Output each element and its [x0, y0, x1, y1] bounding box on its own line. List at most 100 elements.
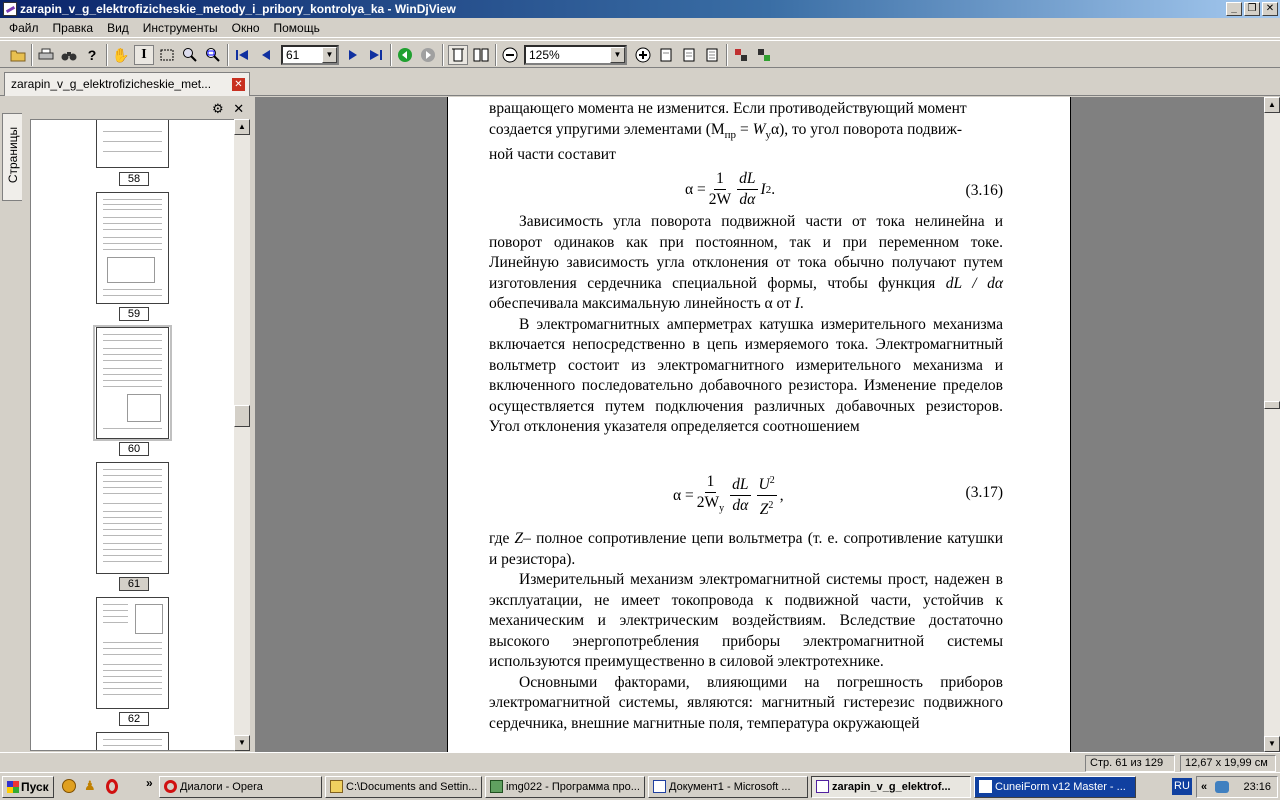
- cuneiform-icon: [979, 780, 992, 793]
- word-document-icon: [653, 780, 666, 793]
- opera-icon: [164, 780, 177, 793]
- window-title: zarapin_v_g_elektrofizicheskie_metody_i_…: [20, 2, 456, 16]
- page-thumbnail[interactable]: [96, 597, 169, 709]
- document-tab-label: zarapin_v_g_elektrofizicheskie_met...: [11, 77, 212, 91]
- zoom-magnifier-icon[interactable]: [180, 45, 200, 65]
- task-word[interactable]: Документ1 - Microsoft ...: [648, 776, 808, 798]
- language-indicator[interactable]: RU: [1172, 778, 1192, 795]
- clock: 23:16: [1243, 781, 1271, 793]
- image-icon: [490, 780, 503, 793]
- windjview-task-icon: [816, 780, 829, 793]
- prev-page-icon[interactable]: [256, 45, 276, 65]
- zoom-dropdown-arrow-icon[interactable]: ▼: [610, 47, 625, 63]
- menu-edit[interactable]: Правка: [46, 18, 101, 38]
- open-folder-icon[interactable]: [8, 45, 28, 65]
- quicklaunch-more-icon[interactable]: »: [146, 776, 153, 790]
- formula-3-17: α = 1 2Wy dL dα U2 Z2 , (3.17): [489, 469, 1003, 519]
- single-page-icon[interactable]: [448, 45, 468, 65]
- print-icon[interactable]: [36, 45, 56, 65]
- menu-bar: Файл Правка Вид Инструменты Окно Помощь: [0, 18, 1280, 38]
- task-windjview[interactable]: zarapin_v_g_elektrof...: [811, 776, 971, 798]
- rotate-right-icon[interactable]: [754, 45, 774, 65]
- document-view[interactable]: вращающего момента не изменится. Если пр…: [255, 97, 1264, 752]
- start-button[interactable]: Пуск: [2, 776, 54, 798]
- page-thumbnail[interactable]: [96, 732, 169, 750]
- forward-icon[interactable]: [418, 45, 438, 65]
- panel-close-icon[interactable]: ✕: [233, 101, 244, 116]
- task-cuneiform[interactable]: CuneiForm v12 Master - ...: [974, 776, 1136, 798]
- pages-vertical-tab[interactable]: Страницы: [2, 113, 22, 201]
- page-thumbnail[interactable]: [96, 120, 169, 168]
- task-opera[interactable]: Диалоги - Opera: [159, 776, 322, 798]
- taskbar: Пуск ♟ » Диалоги - Opera C:\Documents an…: [0, 772, 1280, 800]
- tray-expand-icon[interactable]: «: [1201, 777, 1207, 797]
- system-tray: « 23:16: [1196, 776, 1278, 798]
- thumbnail-list[interactable]: 58 59 60 61 62: [30, 119, 235, 751]
- document-scrollbar[interactable]: ▲ ▼: [1264, 97, 1280, 752]
- document-scroll-thumb[interactable]: [1264, 401, 1280, 409]
- restore-button[interactable]: ❐: [1244, 2, 1260, 16]
- thumbnail-number: 60: [119, 442, 149, 456]
- title-bar: zarapin_v_g_elektrofizicheskie_metody_i_…: [0, 0, 1280, 18]
- text-select-icon[interactable]: I: [134, 45, 154, 65]
- toolbar: ? ✋ I 61 ▼ 125% ▼: [0, 40, 1280, 68]
- menu-tools[interactable]: Инструменты: [136, 18, 225, 38]
- status-page: Стр. 61 из 129: [1085, 755, 1175, 772]
- document-tab[interactable]: zarapin_v_g_elektrofizicheskie_met... ✕: [4, 72, 250, 96]
- quicklaunch-person-icon[interactable]: ♟: [84, 778, 96, 794]
- page-thumbnail[interactable]: [96, 192, 169, 304]
- actual-size-icon[interactable]: [702, 45, 722, 65]
- first-page-icon[interactable]: [232, 45, 252, 65]
- menu-window[interactable]: Окно: [225, 18, 267, 38]
- thumbnail-number-current: 61: [119, 577, 149, 591]
- page-dropdown-arrow-icon[interactable]: ▼: [322, 47, 337, 63]
- thumbnail-scrollbar[interactable]: ▲ ▼: [234, 119, 250, 751]
- zoom-in-icon[interactable]: [633, 45, 653, 65]
- menu-file[interactable]: Файл: [2, 18, 46, 38]
- opera-quicklaunch-icon[interactable]: [106, 779, 118, 794]
- zoom-out-icon[interactable]: [500, 45, 520, 65]
- zoom-combo[interactable]: 125% ▼: [524, 45, 627, 65]
- text-block-top: вращающего момента не изменится. Если пр…: [489, 100, 967, 164]
- close-button[interactable]: ✕: [1262, 2, 1278, 16]
- fit-page-icon[interactable]: [656, 45, 676, 65]
- page-number-combo[interactable]: 61 ▼: [281, 45, 339, 65]
- pages-panel: Страницы ⚙ ✕ 58 59 60 61 62 ▲ ▼: [0, 97, 255, 752]
- thumbnail-scroll-thumb[interactable]: [234, 405, 250, 427]
- quicklaunch-icon[interactable]: [62, 779, 76, 793]
- doc-scroll-up-icon[interactable]: ▲: [1264, 97, 1280, 113]
- thumbnail-number: 62: [119, 712, 149, 726]
- thumbnail-number: 59: [119, 307, 149, 321]
- help-question-icon[interactable]: ?: [82, 45, 102, 65]
- two-pages-icon[interactable]: [471, 45, 491, 65]
- close-tab-icon[interactable]: ✕: [232, 78, 245, 91]
- scroll-down-icon[interactable]: ▼: [234, 735, 250, 751]
- document-page: вращающего момента не изменится. Если пр…: [447, 97, 1071, 752]
- task-explorer[interactable]: C:\Documents and Settin...: [325, 776, 482, 798]
- thumbnail-number: 58: [119, 172, 149, 186]
- page-thumbnail[interactable]: [96, 462, 169, 574]
- scroll-up-icon[interactable]: ▲: [234, 119, 250, 135]
- zoom-rect-icon[interactable]: [203, 45, 223, 65]
- hand-tool-icon[interactable]: ✋: [111, 45, 131, 65]
- last-page-icon[interactable]: [366, 45, 386, 65]
- fit-width-icon[interactable]: [679, 45, 699, 65]
- folder-icon: [330, 780, 343, 793]
- doc-scroll-down-icon[interactable]: ▼: [1264, 736, 1280, 752]
- rotate-left-icon[interactable]: [731, 45, 751, 65]
- task-image-program[interactable]: img022 - Программа про...: [485, 776, 645, 798]
- menu-help[interactable]: Помощь: [267, 18, 327, 38]
- page-thumbnail[interactable]: [96, 327, 169, 439]
- formula-3-16: α = 1 2W dL dα I2. (3.16): [685, 170, 1003, 208]
- equation-number: (3.16): [965, 182, 1003, 199]
- menu-view[interactable]: Вид: [100, 18, 136, 38]
- find-binoculars-icon[interactable]: [59, 45, 79, 65]
- minimize-button[interactable]: _: [1226, 2, 1242, 16]
- panel-settings-gear-icon[interactable]: ⚙: [212, 101, 224, 116]
- back-icon[interactable]: [395, 45, 415, 65]
- rect-select-icon[interactable]: [157, 45, 177, 65]
- status-page-size: 12,67 x 19,99 см: [1180, 755, 1276, 772]
- network-icon[interactable]: [1215, 781, 1229, 793]
- document-tab-bar: zarapin_v_g_elektrofizicheskie_met... ✕: [0, 70, 1280, 96]
- next-page-icon[interactable]: [343, 45, 363, 65]
